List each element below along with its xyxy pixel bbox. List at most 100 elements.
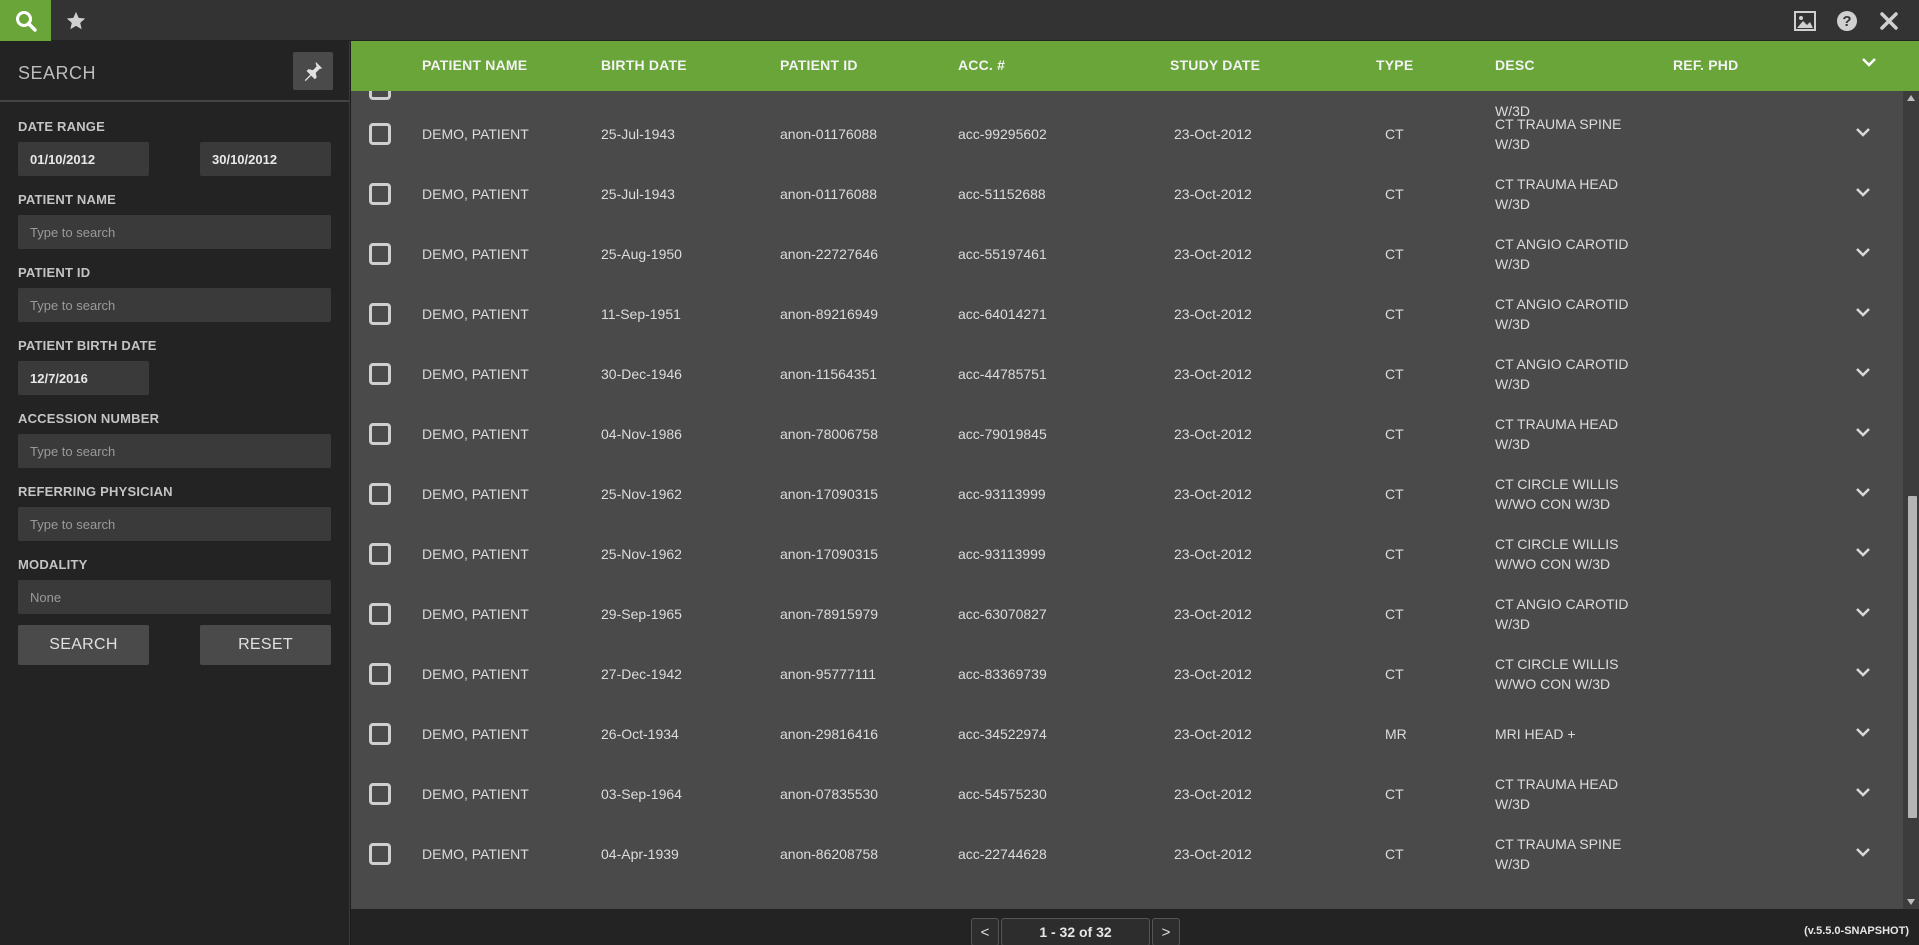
search-tab-button[interactable] [0, 0, 51, 41]
table-row[interactable]: DEMO, PATIENT 25-Aug-1950 anon-22727646 acc… [351, 224, 1903, 284]
chevron-down-icon [1856, 668, 1870, 677]
column-header-patient-name[interactable]: PATIENT NAME [422, 57, 527, 73]
row-expand-button[interactable] [1855, 185, 1871, 203]
row-type: CT [1385, 186, 1404, 202]
row-birth-date: 25-Nov-1962 [601, 546, 682, 562]
table-row[interactable]: DEMO, PATIENT 04-Apr-1939 anon-86208758 acc… [351, 824, 1903, 884]
row-expand-button[interactable] [1855, 785, 1871, 803]
row-checkbox[interactable] [369, 603, 391, 625]
row-patient-name: DEMO, PATIENT [422, 426, 529, 442]
chevron-down-icon [1856, 428, 1870, 437]
referring-physician-label: REFERRING PHYSICIAN [18, 484, 173, 499]
row-type: CT [1385, 606, 1404, 622]
vertical-scrollbar[interactable] [1903, 91, 1919, 909]
row-patient-name: DEMO, PATIENT [422, 486, 529, 502]
date-to-field[interactable]: 30/10/2012 [200, 142, 331, 176]
row-expand-button[interactable] [1855, 605, 1871, 623]
row-expand-button[interactable] [1855, 365, 1871, 383]
header-expand-button[interactable] [1861, 55, 1877, 73]
row-patient-id: anon-17090315 [780, 546, 879, 562]
accession-number-input[interactable]: Type to search [18, 434, 331, 468]
page-indicator: 1 - 32 of 32 [1001, 918, 1150, 945]
scroll-down-arrow-icon[interactable] [1907, 899, 1915, 905]
row-checkbox[interactable] [369, 783, 391, 805]
favorites-button[interactable] [58, 0, 94, 41]
scroll-up-arrow-icon[interactable] [1907, 95, 1915, 101]
table-row[interactable]: DEMO, PATIENT 25-Nov-1962 anon-17090315 acc… [351, 464, 1903, 524]
row-expand-button[interactable] [1855, 845, 1871, 863]
scrollbar-thumb[interactable] [1908, 496, 1917, 818]
next-page-button[interactable]: > [1152, 918, 1180, 945]
row-expand-button[interactable] [1855, 245, 1871, 263]
table-row[interactable]: DEMO, PATIENT 25-Nov-1962 anon-17090315 acc… [351, 524, 1903, 584]
column-header-ref-phd[interactable]: REF. PHD [1673, 57, 1738, 73]
row-checkbox[interactable] [369, 123, 391, 145]
row-birth-date: 04-Nov-1986 [601, 426, 682, 442]
chevron-down-icon [1856, 548, 1870, 557]
row-expand-button[interactable] [1855, 665, 1871, 683]
row-desc: CT TRAUMA HEAD W/3D [1495, 416, 1619, 452]
pin-sidebar-button[interactable] [293, 52, 333, 90]
birth-date-field[interactable]: 12/7/2016 [18, 361, 149, 395]
row-expand-button[interactable] [1855, 725, 1871, 743]
column-header-patient-id[interactable]: PATIENT ID [780, 57, 858, 73]
table-row[interactable]: DEMO, PATIENT 25-Jul-1943 anon-01176088 acc… [351, 164, 1903, 224]
row-checkbox[interactable] [369, 723, 391, 745]
column-header-birth-date[interactable]: BIRTH DATE [601, 57, 687, 73]
column-header-accession[interactable]: ACC. # [958, 57, 1005, 73]
table-row[interactable]: DEMO, PATIENT 25-Jul-1943 anon-01176088 acc… [351, 104, 1903, 164]
image-viewer-button[interactable] [1793, 9, 1817, 33]
row-expand-button[interactable] [1855, 545, 1871, 563]
help-button[interactable]: ? [1835, 9, 1859, 33]
table-row[interactable]: DEMO, PATIENT 27-Dec-1942 anon-95777111 acc… [351, 644, 1903, 704]
previous-page-button[interactable]: < [971, 918, 999, 945]
row-type: CT [1385, 246, 1404, 262]
table-row[interactable]: DEMO, PATIENT 04-Nov-1986 anon-78006758 acc… [351, 404, 1903, 464]
row-expand-button[interactable] [1855, 305, 1871, 323]
row-checkbox[interactable] [369, 543, 391, 565]
row-birth-date: 11-Sep-1951 [601, 306, 681, 322]
row-checkbox[interactable] [369, 423, 391, 445]
sidebar-title: SEARCH [18, 63, 97, 83]
row-birth-date: 29-Sep-1965 [601, 606, 682, 622]
search-sidebar: SEARCH DATE RANGE 01/10/2012 30/10/2012 … [0, 41, 350, 945]
row-desc: CT TRAUMA HEAD W/3D [1495, 176, 1619, 212]
row-checkbox[interactable] [369, 91, 391, 100]
referring-physician-input[interactable]: Type to search [18, 507, 331, 541]
table-row[interactable]: DEMO, PATIENT 29-Sep-1965 anon-78915979 acc… [351, 584, 1903, 644]
row-expand-button[interactable] [1855, 425, 1871, 443]
row-study-date: 23-Oct-2012 [1174, 606, 1252, 622]
column-header-study-date[interactable]: STUDY DATE [1170, 57, 1260, 73]
row-patient-id: anon-11564351 [780, 366, 878, 382]
patient-id-input[interactable]: Type to search [18, 288, 331, 322]
table-row[interactable]: DEMO, PATIENT 30-Dec-1946 anon-11564351 acc… [351, 344, 1903, 404]
row-expand-button[interactable] [1855, 125, 1871, 143]
row-study-date: 23-Oct-2012 [1174, 426, 1252, 442]
row-checkbox[interactable] [369, 843, 391, 865]
row-checkbox[interactable] [369, 243, 391, 265]
modality-select[interactable]: None [18, 580, 331, 614]
table-row[interactable]: DEMO, PATIENT 03-Sep-1964 anon-07835530 acc… [351, 764, 1903, 824]
row-checkbox[interactable] [369, 363, 391, 385]
row-patient-name: DEMO, PATIENT [422, 366, 529, 382]
patient-id-label: PATIENT ID [18, 265, 91, 280]
table-row[interactable]: DEMO, PATIENT 26-Oct-1934 anon-29816416 acc… [351, 704, 1903, 764]
row-checkbox[interactable] [369, 183, 391, 205]
row-birth-date: 25-Jul-1943 [601, 126, 675, 142]
patient-name-input[interactable]: Type to search [18, 215, 331, 249]
row-checkbox[interactable] [369, 483, 391, 505]
column-header-type[interactable]: TYPE [1376, 57, 1413, 73]
row-expand-button[interactable] [1855, 485, 1871, 503]
table-body: W/3D DEMO, PATIENT 25-Jul-1943 anon-011760… [351, 91, 1903, 909]
table-row[interactable]: DEMO, PATIENT 11-Sep-1951 anon-89216949 acc… [351, 284, 1903, 344]
search-button[interactable]: SEARCH [18, 625, 149, 665]
row-checkbox[interactable] [369, 663, 391, 685]
row-birth-date: 30-Dec-1946 [601, 366, 682, 382]
date-from-field[interactable]: 01/10/2012 [18, 142, 149, 176]
close-button[interactable] [1877, 9, 1901, 33]
chevron-down-icon [1856, 848, 1870, 857]
column-header-desc[interactable]: DESC [1495, 57, 1535, 73]
patient-name-label: PATIENT NAME [18, 192, 116, 207]
reset-button[interactable]: RESET [200, 625, 331, 665]
row-checkbox[interactable] [369, 303, 391, 325]
